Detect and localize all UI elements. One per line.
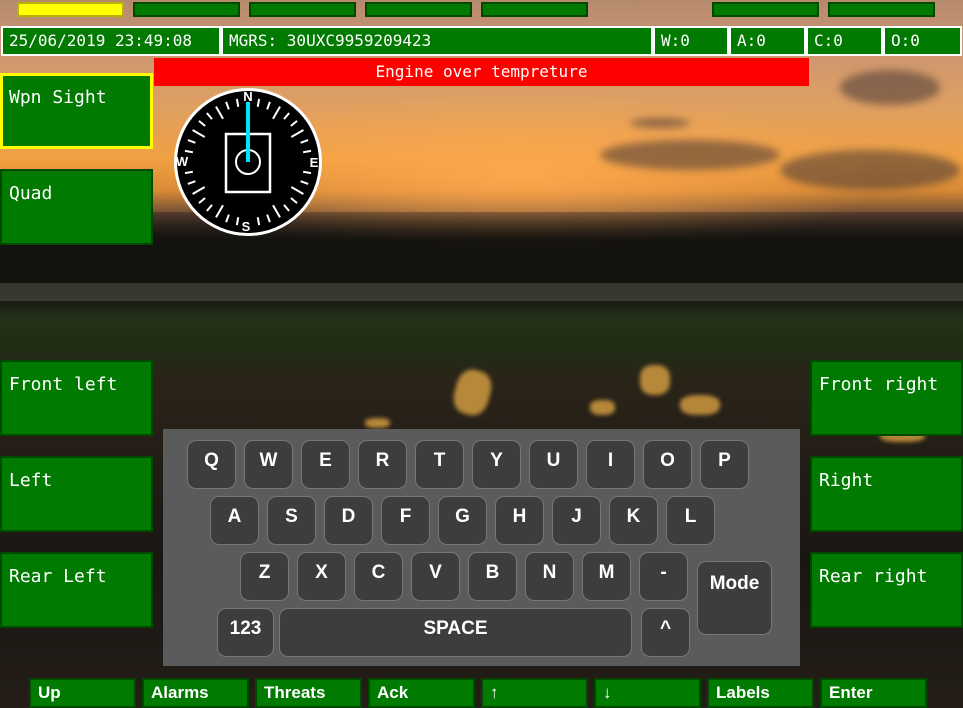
compass-e-label: E [310,155,319,170]
compass-tick [302,149,312,154]
key-x[interactable]: X [297,552,346,601]
compass-s-label: S [242,219,251,234]
key-l[interactable]: L [666,496,715,545]
c-counter: C:0 [806,26,883,56]
w-counter: W:0 [653,26,729,56]
key-j[interactable]: J [552,496,601,545]
space-key[interactable]: SPACE [279,608,632,657]
key-r[interactable]: R [358,440,407,489]
key-b[interactable]: B [468,552,517,601]
compass-tick [256,98,261,108]
cloud [780,150,960,190]
on-screen-keyboard: QWERTYUIOP ASDFGHJKL ZXCVBNM- Mode 123 S… [163,429,800,666]
key-q[interactable]: Q [187,440,236,489]
puddle [640,365,670,395]
top-tab-6[interactable] [712,2,819,17]
ack-button[interactable]: Ack [368,678,475,708]
key-h[interactable]: H [495,496,544,545]
mode-key[interactable]: Mode [697,561,772,635]
key-d[interactable]: D [324,496,373,545]
mgrs-readout: MGRS: 30UXC9959209423 [221,26,653,56]
a-counter: A:0 [729,26,806,56]
datetime-readout: 25/06/2019 23:49:08 [1,26,221,56]
alarm-banner: Engine over tempreture [154,58,809,86]
o-counter: O:0 [883,26,962,56]
key-k[interactable]: K [609,496,658,545]
puddle [680,395,720,415]
key-dash[interactable]: - [639,552,688,601]
front-right-button[interactable]: Front right [810,360,963,436]
wpn-sight-button[interactable]: Wpn Sight [0,73,153,149]
threats-button[interactable]: Threats [255,678,362,708]
key-i[interactable]: I [586,440,635,489]
compass-tick [235,216,240,226]
top-tab-4[interactable] [365,2,472,17]
compass-w-label: W [176,154,189,169]
compass-n-label: N [243,89,252,104]
key-z[interactable]: Z [240,552,289,601]
compass-tick [184,170,194,175]
top-tab-7[interactable] [828,2,935,17]
compass-tick [235,98,240,108]
key-c[interactable]: C [354,552,403,601]
key-a[interactable]: A [210,496,259,545]
numeric-key[interactable]: 123 [217,608,274,657]
right-button[interactable]: Right [810,456,963,532]
top-tab-2[interactable] [133,2,240,17]
puddle [365,418,390,428]
key-n[interactable]: N [525,552,574,601]
key-o[interactable]: O [643,440,692,489]
key-t[interactable]: T [415,440,464,489]
key-m[interactable]: M [582,552,631,601]
compass-widget: N S E W [174,88,322,236]
puddle [590,400,615,415]
compass-tick [256,216,261,226]
quad-button[interactable]: Quad [0,169,153,245]
scroll-down-arrow-button[interactable]: ↓ [594,678,701,708]
front-left-button[interactable]: Front left [0,360,153,436]
labels-button[interactable]: Labels [707,678,814,708]
up-button[interactable]: Up [29,678,136,708]
rear-left-button[interactable]: Rear Left [0,552,153,628]
top-tab-1[interactable] [17,2,124,17]
top-tab-5[interactable] [481,2,588,17]
key-y[interactable]: Y [472,440,521,489]
key-u[interactable]: U [529,440,578,489]
enter-button[interactable]: Enter [820,678,927,708]
compass-tick [184,149,194,154]
key-w[interactable]: W [244,440,293,489]
scroll-up-arrow-button[interactable]: ↑ [481,678,588,708]
key-v[interactable]: V [411,552,460,601]
cloud [840,70,940,105]
compass-tick [302,170,312,175]
caret-key[interactable]: ^ [641,608,690,657]
key-g[interactable]: G [438,496,487,545]
key-e[interactable]: E [301,440,350,489]
cloud [630,118,690,128]
cloud [600,140,780,170]
key-f[interactable]: F [381,496,430,545]
left-button[interactable]: Left [0,456,153,532]
key-p[interactable]: P [700,440,749,489]
alarms-button[interactable]: Alarms [142,678,249,708]
status-bar: 25/06/2019 23:49:08 MGRS: 30UXC995920942… [0,26,963,56]
rear-right-button[interactable]: Rear right [810,552,963,628]
top-tab-3[interactable] [249,2,356,17]
water-strip [0,283,963,301]
key-s[interactable]: S [267,496,316,545]
